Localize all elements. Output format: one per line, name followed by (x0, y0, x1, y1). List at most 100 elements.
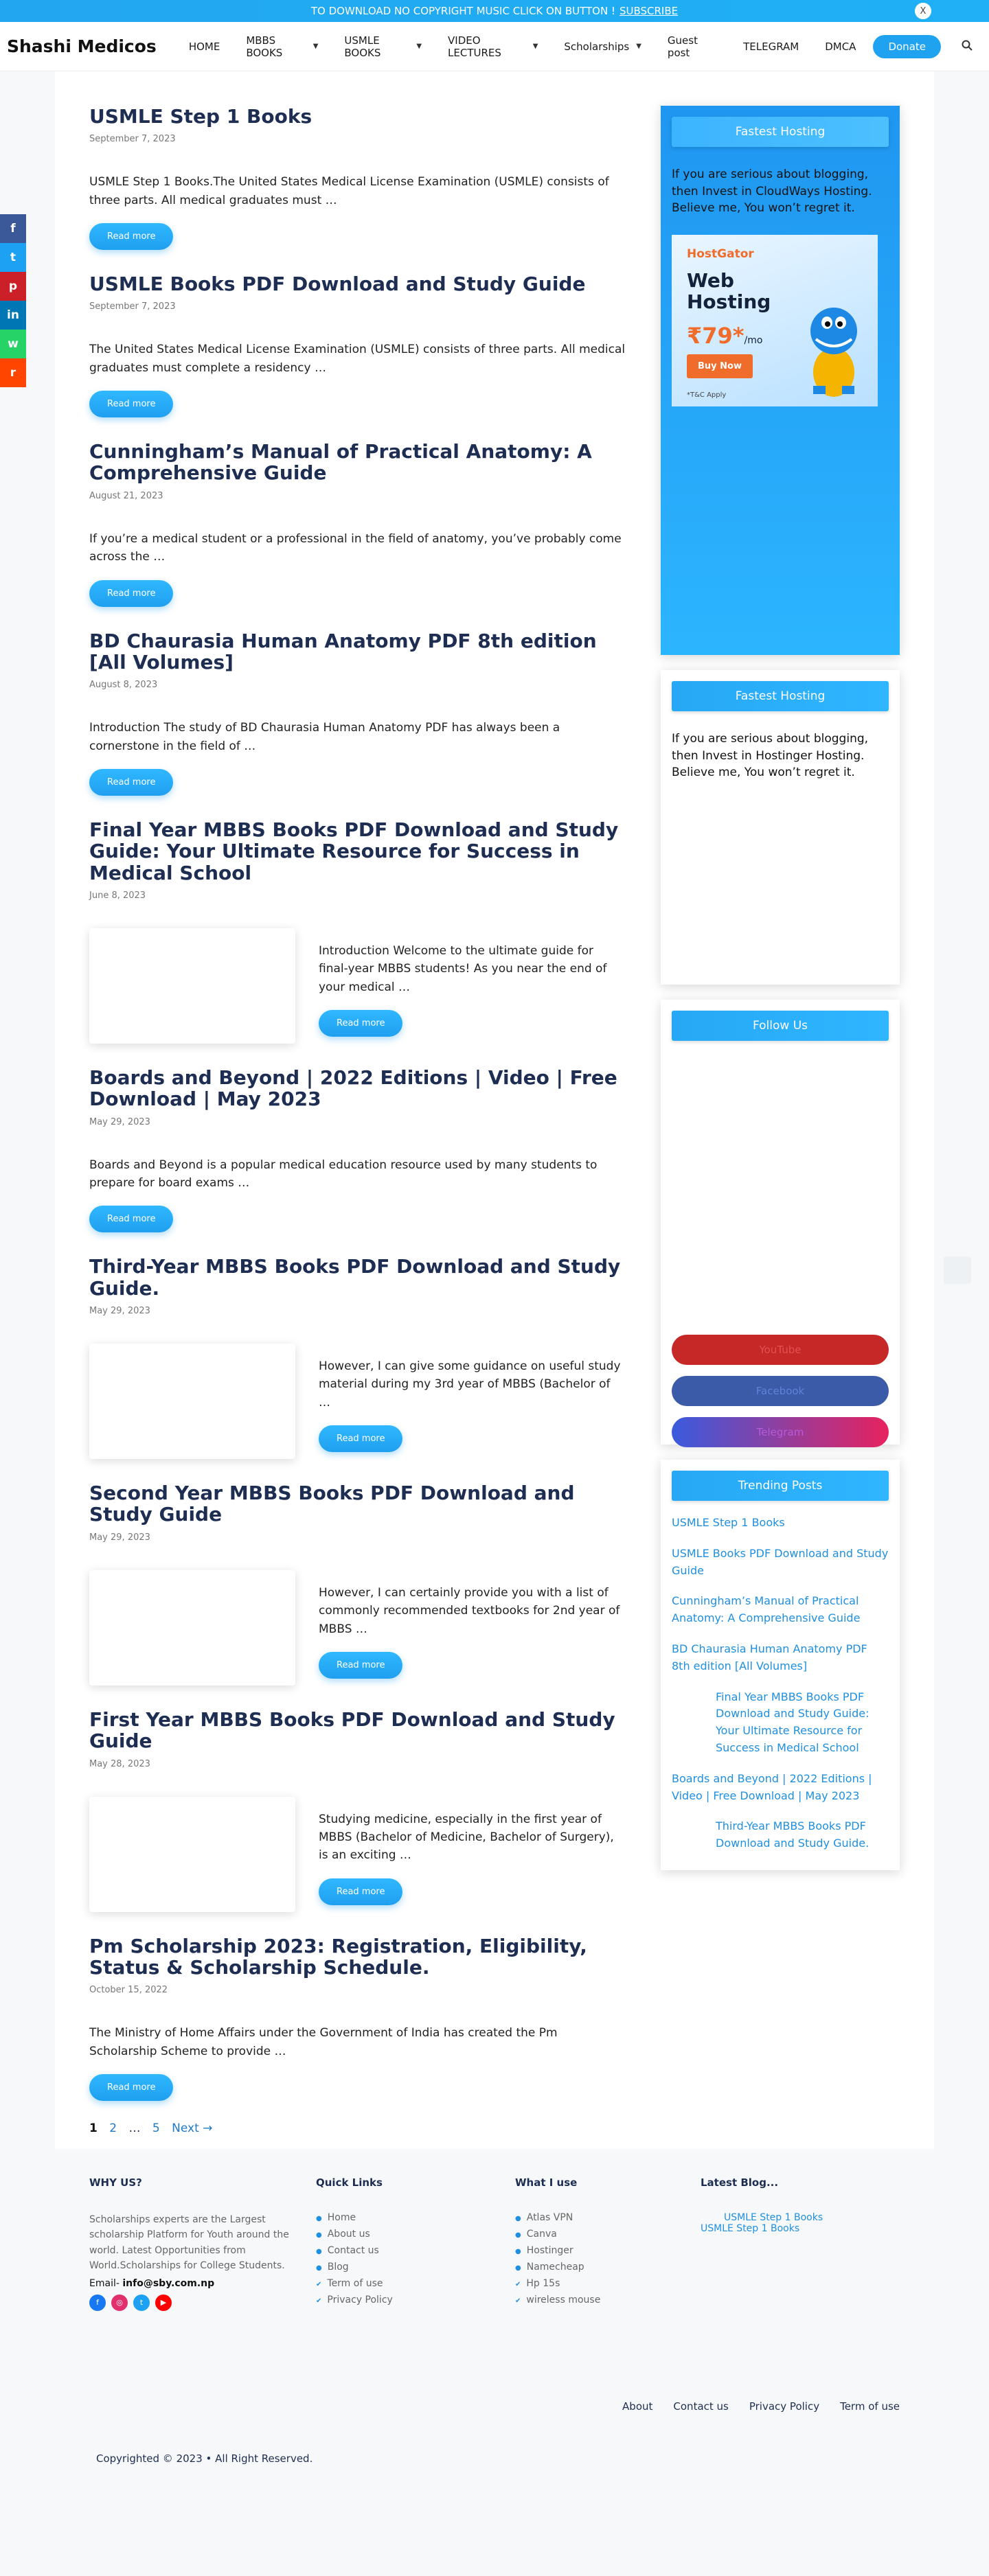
bullet-icon: ● (316, 2247, 322, 2255)
read-more-button[interactable]: Read more (319, 1425, 403, 1453)
footer-link-about[interactable]: About (622, 2400, 652, 2413)
post-excerpt: Introduction Welcome to the ultimate gui… (319, 943, 607, 994)
link-label: About us (327, 2228, 370, 2240)
post-thumbnail[interactable] (89, 928, 295, 1044)
post-title-link[interactable]: BD Chaurasia Human Anatomy PDF 8th editi… (89, 630, 597, 674)
trending-link[interactable]: Boards and Beyond | 2022 Editions | Vide… (672, 1771, 889, 1805)
footer-heading: What I use (515, 2176, 578, 2189)
pinterest-share-icon[interactable]: p (0, 272, 26, 301)
read-more-button[interactable]: Read more (89, 391, 174, 418)
tool-link[interactable]: ✔ wireless mouse (515, 2295, 701, 2305)
quick-link[interactable]: ● Home (316, 2212, 515, 2223)
latest-blog-link[interactable]: USMLE Step 1 Books (701, 2212, 872, 2223)
quick-link[interactable]: ✔ Term of use (316, 2278, 515, 2289)
page-link-5[interactable]: 5 (152, 2121, 168, 2135)
ad-buy-now-button[interactable]: Buy Now (687, 354, 753, 378)
post-item: Third-Year MBBS Books PDF Download and S… (89, 1255, 626, 1460)
facebook-icon[interactable]: f (89, 2294, 106, 2311)
donate-button[interactable]: Donate (873, 34, 941, 58)
footer-link-terms[interactable]: Term of use (840, 2400, 900, 2413)
instagram-icon[interactable]: ◎ (111, 2294, 128, 2311)
twitter-icon[interactable]: t (133, 2294, 150, 2311)
post-thumbnail[interactable] (89, 1796, 295, 1912)
post-title-link[interactable]: Boards and Beyond | 2022 Editions | Vide… (89, 1066, 617, 1110)
linkedin-share-icon[interactable]: in (0, 301, 26, 330)
quick-link[interactable]: ● Blog (316, 2262, 515, 2273)
read-more-button[interactable]: Read more (89, 2073, 174, 2101)
post-thumbnail[interactable] (89, 1569, 295, 1686)
ad-price-unit: /mo (744, 334, 763, 346)
twitter-share-icon[interactable]: t (0, 243, 26, 272)
post-date: September 7, 2023 (89, 301, 176, 312)
footer-link-contact[interactable]: Contact us (673, 2400, 728, 2413)
quick-link[interactable]: ● About us (316, 2229, 515, 2240)
telegram-follow-button[interactable]: Telegram (672, 1417, 889, 1447)
widget-title: Trending Posts (672, 1471, 889, 1501)
post-title-link[interactable]: Third-Year MBBS Books PDF Download and S… (89, 1255, 620, 1299)
nav-item-usmle-books[interactable]: USMLE BOOKS ▼ (331, 34, 435, 59)
close-announcement-button[interactable]: X (915, 3, 931, 19)
nav-item-home[interactable]: HOME (176, 41, 234, 53)
nav-item-dmca[interactable]: DMCA (812, 41, 869, 53)
tool-link[interactable]: ● Canva (515, 2229, 701, 2240)
ad-price-value: ₹79* (687, 322, 744, 349)
quick-link[interactable]: ✔ Privacy Policy (316, 2295, 515, 2305)
page-link-2[interactable]: 2 (109, 2121, 125, 2135)
post-title-link[interactable]: Cunningham’s Manual of Practical Anatomy… (89, 440, 592, 484)
search-icon[interactable] (962, 40, 973, 54)
post-item: BD Chaurasia Human Anatomy PDF 8th editi… (89, 630, 626, 796)
nav-item-telegram[interactable]: TELEGRAM (730, 41, 812, 53)
post-date: September 7, 2023 (89, 134, 176, 145)
email-address[interactable]: info@sby.com.np (122, 2278, 214, 2289)
ad-headline-line2: Hosting (687, 290, 771, 313)
youtube-follow-button[interactable]: YouTube (672, 1335, 889, 1365)
latest-blog-link[interactable]: USMLE Step 1 Books (701, 2223, 872, 2234)
post-title-link[interactable]: First Year MBBS Books PDF Download and S… (89, 1708, 615, 1752)
tool-link[interactable]: ● Hostinger (515, 2245, 701, 2256)
bullet-icon: ● (515, 2247, 521, 2255)
trending-link[interactable]: Third-Year MBBS Books PDF Download and S… (672, 1818, 889, 1852)
post-title-link[interactable]: USMLE Books PDF Download and Study Guide (89, 273, 585, 295)
nav-item-guest-post[interactable]: Guest post (655, 34, 730, 59)
post-title-link[interactable]: Pm Scholarship 2023: Registration, Eligi… (89, 1935, 587, 1979)
whatsapp-share-icon[interactable]: w (0, 330, 26, 358)
read-more-button[interactable]: Read more (89, 1206, 174, 1233)
nav-item-mbbs-books[interactable]: MBBS BOOKS ▼ (233, 34, 331, 59)
read-more-button[interactable]: Read more (319, 1878, 403, 1905)
trending-link[interactable]: USMLE Step 1 Books (672, 1515, 889, 1532)
floating-button[interactable] (944, 1256, 971, 1284)
link-label: wireless mouse (526, 2294, 601, 2305)
hostgator-ad-banner[interactable]: HostGator Web Hosting ₹79*/mo Buy Now *T&… (672, 234, 878, 406)
read-more-button[interactable]: Read more (89, 579, 174, 607)
site-logo[interactable]: Shashi Medicos (7, 36, 157, 56)
quick-link[interactable]: ● Contact us (316, 2245, 515, 2256)
post-title-link[interactable]: USMLE Step 1 Books (89, 105, 312, 128)
read-more-button[interactable]: Read more (89, 223, 174, 251)
next-page-link[interactable]: Next → (172, 2121, 212, 2135)
trending-link[interactable]: USMLE Books PDF Download and Study Guide (672, 1545, 889, 1580)
tool-link[interactable]: ● Namecheap (515, 2262, 701, 2273)
post-title-link[interactable]: Second Year MBBS Books PDF Download and … (89, 1482, 574, 1526)
link-label: Privacy Policy (327, 2294, 393, 2305)
nav-item-video-lectures[interactable]: VIDEO LECTURES ▼ (435, 34, 551, 59)
subscribe-link[interactable]: SUBSCRIBE (619, 5, 678, 17)
facebook-follow-button[interactable]: Facebook (672, 1376, 889, 1406)
nav-item-scholarships[interactable]: Scholarships ▼ (551, 41, 655, 53)
ad-headline-line1: Web (687, 268, 734, 292)
trending-link[interactable]: BD Chaurasia Human Anatomy PDF 8th editi… (672, 1641, 889, 1675)
read-more-button[interactable]: Read more (319, 1010, 403, 1037)
tool-link[interactable]: ● Atlas VPN (515, 2212, 701, 2223)
read-more-button[interactable]: Read more (319, 1651, 403, 1679)
post-thumbnail[interactable] (89, 1344, 295, 1460)
trending-link[interactable]: Final Year MBBS Books PDF Download and S… (672, 1689, 889, 1757)
hosting-widget-hostinger: Fastest Hosting If you are serious about… (661, 670, 900, 985)
tool-link[interactable]: ✔ Hp 15s (515, 2278, 701, 2289)
main-nav: HOME MBBS BOOKS ▼ USMLE BOOKS ▼ VIDEO LECT… (176, 34, 941, 59)
reddit-share-icon[interactable]: r (0, 358, 26, 387)
footer-link-privacy[interactable]: Privacy Policy (749, 2400, 819, 2413)
read-more-button[interactable]: Read more (89, 768, 174, 796)
youtube-icon[interactable]: ▶ (155, 2294, 172, 2311)
trending-link[interactable]: Cunningham’s Manual of Practical Anatomy… (672, 1593, 889, 1627)
post-title-link[interactable]: Final Year MBBS Books PDF Download and S… (89, 818, 618, 884)
facebook-share-icon[interactable]: f (0, 214, 26, 243)
